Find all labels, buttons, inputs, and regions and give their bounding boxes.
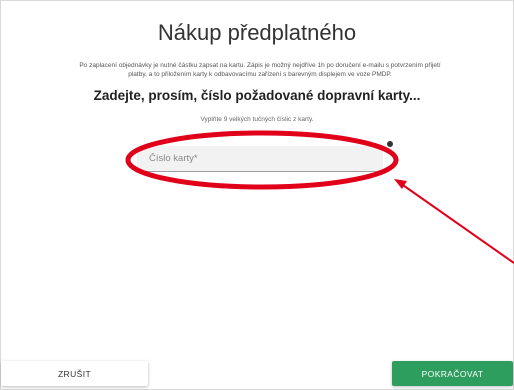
continue-button[interactable]: POKRAČOVAT xyxy=(392,361,513,386)
dialog-border xyxy=(0,0,514,390)
card-number-heading: Zadejte, prosím, číslo požadované doprav… xyxy=(93,88,421,103)
payment-info-text: Po zaplacení objednávky je nutné částku … xyxy=(79,62,441,78)
purchase-dialog: Nákup předplatného Po zaplacení objednáv… xyxy=(0,0,514,390)
dialog-title: Nákup předplatného xyxy=(157,20,357,45)
annotation-arrow-line xyxy=(399,182,514,264)
cancel-button[interactable]: ZRUŠIT xyxy=(1,361,148,386)
card-number-hint: Vyplňte 9 velkých tučných číslic z karty… xyxy=(200,116,314,123)
card-number-input[interactable] xyxy=(137,146,383,171)
annotation-overlay xyxy=(125,130,514,264)
field-indicator-dot xyxy=(387,141,393,147)
annotation-arrow-head xyxy=(394,179,407,189)
card-number-field[interactable] xyxy=(137,146,383,172)
